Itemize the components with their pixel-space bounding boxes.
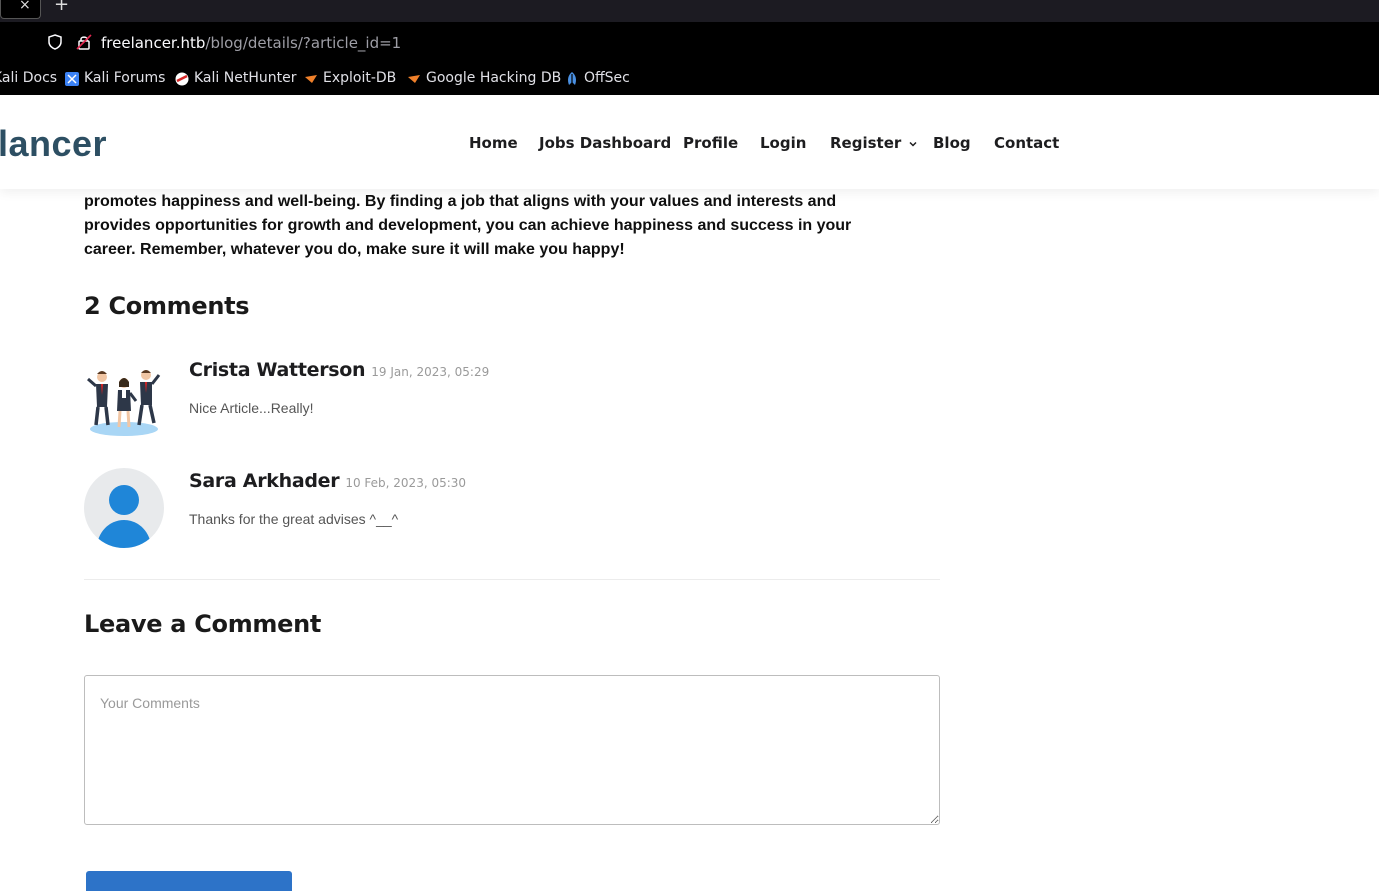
nav-register[interactable]: Register — [830, 134, 917, 152]
comment-date: 10 Feb, 2023, 05:30 — [345, 476, 467, 490]
exploit-db-icon — [305, 75, 317, 83]
comment-author: Sara Arkhader 10 Feb, 2023, 05:30 — [189, 470, 466, 492]
chevron-down-icon — [908, 141, 917, 147]
offsec-icon — [568, 72, 576, 85]
close-tab-icon[interactable]: × — [19, 0, 31, 13]
comment-author-name: Crista Watterson — [189, 359, 366, 381]
nav-login[interactable]: Login — [760, 134, 806, 152]
bookmark-offsec[interactable]: OffSec — [584, 70, 630, 86]
address-bar[interactable]: freelancer.htb/blog/details/?article_id=… — [101, 34, 401, 52]
nav-blog[interactable]: Blog — [933, 134, 971, 152]
section-divider — [84, 579, 940, 580]
nav-register-label: Register — [830, 134, 902, 152]
comment-date: 19 Jan, 2023, 05:29 — [371, 365, 490, 379]
insecure-lock-icon[interactable] — [76, 34, 92, 50]
bookmarks-bar: Kali Docs Kali Forums Kali NetHunter Exp… — [0, 62, 1379, 95]
default-user-avatar-icon — [84, 468, 164, 548]
comment-author-name: Sara Arkhader — [189, 470, 340, 492]
tab-strip: × + — [0, 0, 1379, 22]
navigation-bar: freelancer.htb/blog/details/?article_id=… — [0, 22, 1379, 62]
nav-profile[interactable]: Profile — [683, 134, 738, 152]
kali-nethunter-icon — [175, 72, 189, 86]
url-path: /blog/details/?article_id=1 — [205, 34, 402, 52]
bookmark-kali-nethunter[interactable]: Kali NetHunter — [194, 70, 296, 86]
url-host: freelancer.htb — [101, 34, 206, 52]
bookmark-exploit-db[interactable]: Exploit-DB — [323, 70, 396, 86]
site-header: lancer Home Jobs Dashboard Profile Login… — [0, 95, 1379, 189]
submit-comment-button[interactable] — [86, 871, 292, 891]
team-celebration-avatar — [87, 370, 161, 436]
leave-comment-heading: Leave a Comment — [84, 610, 322, 638]
comment-text: Nice Article...Really! — [189, 400, 314, 416]
comment-text: Thanks for the great advises ^__^ — [189, 511, 399, 527]
nav-jobs-dashboard[interactable]: Jobs Dashboard — [539, 134, 671, 152]
bookmark-kali-forums[interactable]: Kali Forums — [84, 70, 165, 86]
comment-textarea[interactable] — [84, 675, 940, 825]
new-tab-icon[interactable]: + — [54, 0, 69, 15]
kali-forums-icon — [65, 72, 79, 86]
google-hacking-db-icon — [408, 75, 420, 83]
nav-contact[interactable]: Contact — [994, 134, 1059, 152]
bookmark-kali-docs[interactable]: Kali Docs — [0, 70, 57, 86]
shield-icon[interactable] — [47, 34, 63, 50]
site-logo[interactable]: lancer — [0, 123, 107, 165]
comment-author: Crista Watterson 19 Jan, 2023, 05:29 — [189, 359, 489, 381]
active-tab[interactable]: × — [0, 0, 41, 19]
article-body-text: promotes happiness and well-being. By fi… — [84, 193, 852, 258]
nav-home[interactable]: Home — [469, 134, 518, 152]
bookmark-google-hacking-db[interactable]: Google Hacking DB — [426, 70, 561, 86]
comments-heading: 2 Comments — [84, 292, 250, 320]
